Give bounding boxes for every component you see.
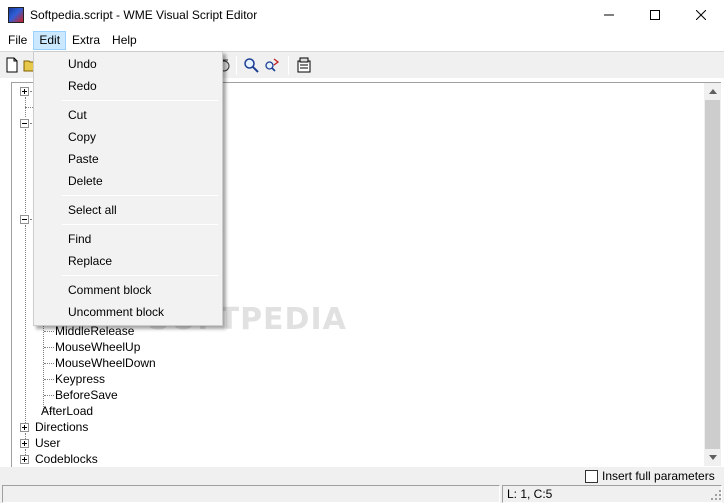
app-icon: [8, 7, 24, 23]
insert-full-parameters-label: Insert full parameters: [602, 469, 715, 483]
tree-line: [44, 331, 54, 332]
menu-item-cut[interactable]: Cut: [34, 104, 222, 126]
new-file-icon[interactable]: [4, 57, 20, 73]
tree-item[interactable]: MouseWheelUp: [55, 339, 140, 355]
toolbar-separator: [236, 56, 237, 75]
tree-line: [25, 129, 26, 213]
tree-item[interactable]: BeforeSave: [55, 387, 118, 403]
menu-item-delete[interactable]: Delete: [34, 170, 222, 192]
menu-edit[interactable]: Edit: [33, 31, 67, 50]
menu-item-paste[interactable]: Paste: [34, 148, 222, 170]
window-controls: [586, 0, 724, 30]
tree-line: [44, 379, 54, 380]
menu-help[interactable]: Help: [106, 31, 143, 50]
resize-grip-icon[interactable]: [710, 489, 722, 501]
menu-separator: [62, 224, 218, 225]
cursor-position: L: 1, C:5: [502, 485, 722, 503]
menu-item-undo[interactable]: Undo: [34, 53, 222, 75]
replace-icon[interactable]: [264, 57, 280, 73]
tree-item[interactable]: MouseWheelDown: [55, 355, 156, 371]
tree-node-codeblocks[interactable]: Codeblocks: [35, 451, 98, 467]
close-icon: [696, 10, 706, 20]
chevron-down-icon: [708, 455, 717, 460]
tree-item[interactable]: Keypress: [55, 371, 105, 387]
menu-item-find[interactable]: Find: [34, 228, 222, 250]
menu-item-copy[interactable]: Copy: [34, 126, 222, 148]
tree-line: [44, 347, 54, 348]
tree-expander[interactable]: [20, 439, 29, 448]
tree-node-directions[interactable]: Directions: [35, 419, 88, 435]
tree-expander[interactable]: [20, 119, 29, 128]
tree-line: [44, 395, 54, 396]
tree-expander[interactable]: [20, 455, 29, 464]
scroll-down-button[interactable]: [704, 449, 721, 466]
close-button[interactable]: [678, 0, 724, 30]
minimize-icon: [604, 14, 614, 16]
menu-item-comment-block[interactable]: Comment block: [34, 279, 222, 301]
edit-menu-dropdown: Undo Redo Cut Copy Paste Delete Select a…: [33, 51, 223, 326]
insert-full-parameters-option[interactable]: Insert full parameters: [585, 468, 715, 484]
menu-separator: [62, 195, 218, 196]
menu-separator: [62, 100, 218, 101]
tree-expander[interactable]: [20, 423, 29, 432]
find-icon[interactable]: [243, 57, 259, 73]
insert-full-parameters-checkbox[interactable]: [585, 469, 598, 483]
tree-expander[interactable]: [20, 87, 29, 96]
status-bar: L: 1, C:5: [0, 484, 724, 503]
window-title: Softpedia.script - WME Visual Script Edi…: [30, 8, 258, 22]
tree-item[interactable]: AfterLoad: [41, 403, 93, 419]
menu-bar: File Edit Extra Help: [0, 30, 724, 51]
properties-icon[interactable]: [296, 57, 312, 73]
menu-item-replace[interactable]: Replace: [34, 250, 222, 272]
maximize-button[interactable]: [632, 0, 678, 30]
title-bar: Softpedia.script - WME Visual Script Edi…: [0, 0, 724, 30]
status-area: Insert full parameters L: 1, C:5: [0, 467, 724, 503]
menu-item-uncomment-block[interactable]: Uncomment block: [34, 301, 222, 323]
menu-item-redo[interactable]: Redo: [34, 75, 222, 97]
scroll-up-button[interactable]: [704, 83, 721, 100]
menu-item-select-all[interactable]: Select all: [34, 199, 222, 221]
toolbar-separator: [288, 56, 289, 75]
tree-node-user[interactable]: User: [35, 435, 60, 451]
chevron-up-icon: [708, 89, 717, 94]
menu-extra[interactable]: Extra: [66, 31, 106, 50]
vertical-scrollbar[interactable]: [704, 83, 721, 466]
scrollbar-thumb[interactable]: [705, 100, 720, 449]
tree-line: [44, 363, 54, 364]
menu-file[interactable]: File: [2, 31, 33, 50]
menu-separator: [62, 275, 218, 276]
minimize-button[interactable]: [586, 0, 632, 30]
maximize-icon: [650, 10, 660, 20]
tree-line: [25, 225, 26, 425]
tree-expander[interactable]: [20, 215, 29, 224]
status-panel-main: [2, 485, 500, 503]
